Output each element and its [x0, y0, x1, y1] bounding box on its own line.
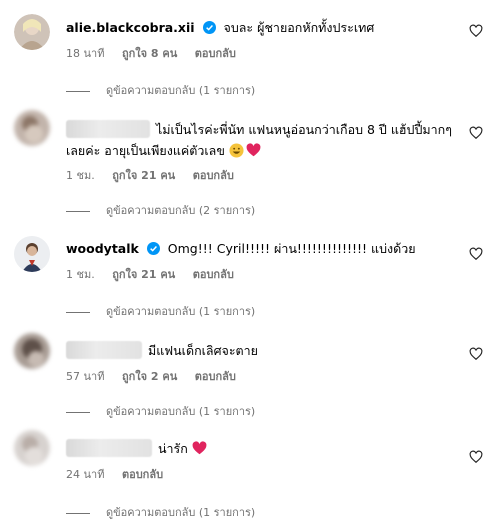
view-replies-link[interactable]: ดูข้อความตอบกลับ (2 รายการ) [66, 201, 255, 219]
heart-outline-icon[interactable] [469, 24, 483, 38]
comment-likes[interactable]: ถูกใจ 2 คน [122, 370, 177, 383]
view-replies-link[interactable]: ดูข้อความตอบกลับ (1 รายการ) [66, 402, 255, 420]
view-replies-link[interactable]: ดูข้อความตอบกลับ (1 รายการ) [66, 503, 255, 521]
comment-time[interactable]: 1 ชม. [66, 169, 95, 182]
comment-username[interactable]: alie.blackcobra.xii [66, 20, 195, 35]
view-replies-label: ดูข้อความตอบกลับ (1 รายการ) [106, 305, 256, 318]
heart-outline-icon[interactable] [469, 247, 483, 261]
reply-button[interactable]: ตอบกลับ [193, 268, 234, 281]
heart-outline-icon[interactable] [469, 450, 483, 464]
view-replies-label: ดูข้อความตอบกลับ (1 รายการ) [106, 506, 256, 519]
comment-time[interactable]: 18 นาที [66, 47, 104, 60]
comment-text: จบละ ผู้ชายอกหักทั้งประเทศ [223, 20, 375, 35]
reply-button[interactable]: ตอบกลับ [193, 169, 234, 182]
divider [66, 210, 90, 212]
comment-text: มีแฟนเด็กเลิศจะตาย [147, 343, 259, 358]
verified-badge-icon [202, 21, 216, 34]
comment-username[interactable]: woodytalk [66, 241, 139, 256]
comment-likes[interactable]: ถูกใจ 21 คน [112, 169, 175, 182]
verified-badge-icon [146, 242, 160, 255]
view-replies-label: ดูข้อความตอบกลับ (2 รายการ) [106, 204, 256, 217]
red-heart-emoji [192, 441, 207, 455]
reply-button[interactable]: ตอบกลับ [122, 468, 163, 481]
grinning-face-emoji [229, 143, 244, 158]
comment-time[interactable]: 57 นาที [66, 370, 104, 383]
avatar[interactable] [14, 110, 50, 146]
divider [66, 311, 90, 313]
redacted-username[interactable] [66, 341, 142, 359]
comment-time[interactable]: 24 นาที [66, 468, 104, 481]
avatar[interactable] [14, 14, 50, 50]
reply-button[interactable]: ตอบกลับ [195, 47, 236, 60]
avatar[interactable] [14, 333, 50, 369]
avatar[interactable] [14, 236, 50, 272]
redacted-username[interactable] [66, 120, 150, 138]
comment-text: น่ารัก [157, 441, 188, 456]
divider [66, 411, 90, 413]
reply-button[interactable]: ตอบกลับ [195, 370, 236, 383]
heart-outline-icon[interactable] [469, 347, 483, 361]
comment-time[interactable]: 1 ชม. [66, 268, 95, 281]
divider [66, 90, 90, 92]
divider [66, 512, 90, 514]
comment-text: Omg!!! Cyril!!!!! ผ่าน!!!!!!!!!!!!!! แบ่… [167, 241, 416, 256]
heart-outline-icon[interactable] [469, 126, 483, 140]
avatar[interactable] [14, 430, 50, 466]
view-replies-label: ดูข้อความตอบกลับ (1 รายการ) [106, 405, 256, 418]
view-replies-link[interactable]: ดูข้อความตอบกลับ (1 รายการ) [66, 81, 255, 99]
comment-likes[interactable]: ถูกใจ 8 คน [122, 47, 177, 60]
view-replies-label: ดูข้อความตอบกลับ (1 รายการ) [106, 84, 256, 97]
comment-likes[interactable]: ถูกใจ 21 คน [112, 268, 175, 281]
view-replies-link[interactable]: ดูข้อความตอบกลับ (1 รายการ) [66, 302, 255, 320]
red-heart-emoji [246, 143, 261, 157]
redacted-username[interactable] [66, 439, 152, 457]
